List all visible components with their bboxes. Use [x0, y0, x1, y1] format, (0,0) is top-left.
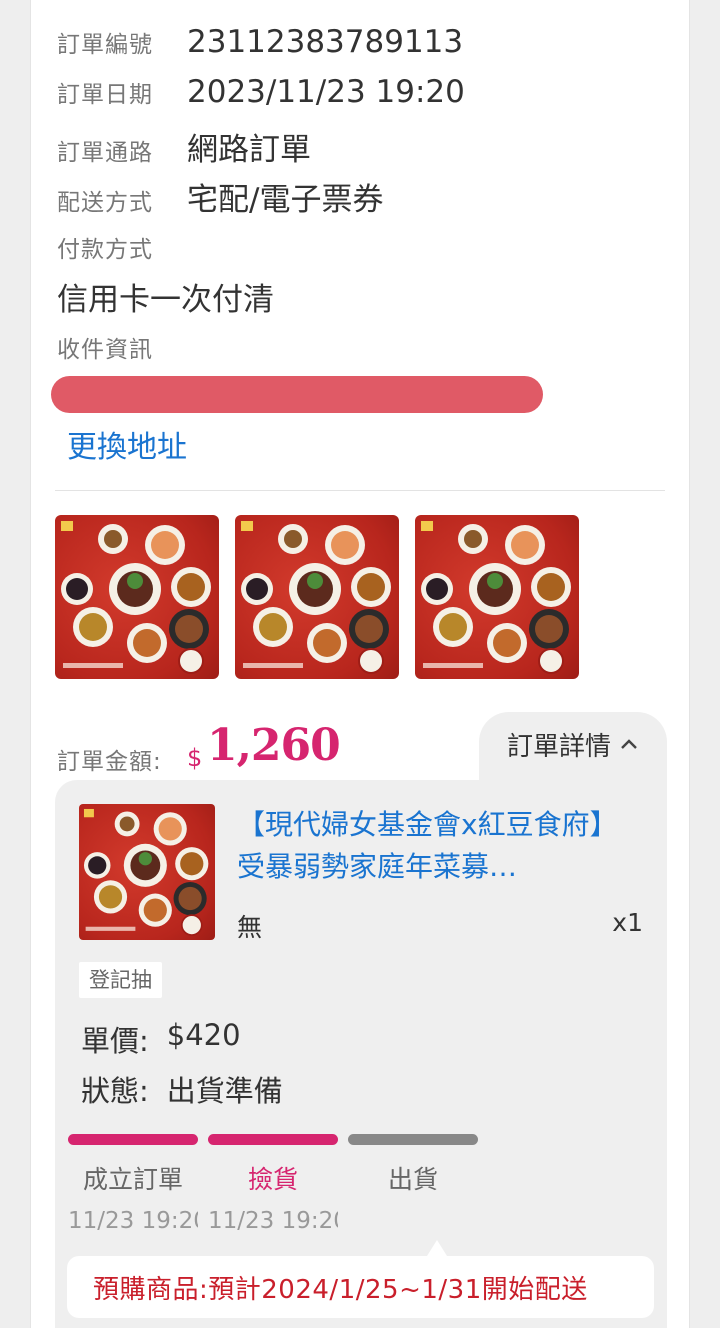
- payment-method-label: 付款方式: [57, 237, 153, 263]
- recipient-info-label: 收件資訊: [57, 337, 153, 363]
- step-shipped: 出貨: [348, 1160, 478, 1234]
- notice-pointer: [427, 1240, 447, 1256]
- shipping-method-value: 宅配/電子票券: [187, 182, 384, 218]
- progress-segment-created: [68, 1134, 198, 1145]
- order-number-row: 訂單編號 23112383789113: [57, 24, 463, 60]
- order-amount-value: 1,260: [207, 720, 341, 771]
- step-name: 出貨: [387, 1165, 438, 1194]
- unit-price-value: $420: [166, 1018, 241, 1052]
- divider: [55, 490, 665, 491]
- order-channel-label: 訂單通路: [57, 140, 153, 166]
- order-channel-row: 訂單通路 網路訂單: [57, 124, 311, 169]
- order-details-label: 訂單詳情: [506, 731, 611, 762]
- step-name: 撿貨: [247, 1165, 298, 1194]
- progress-segment-shipped: [348, 1134, 478, 1145]
- order-details-panel: 【現代婦女基金會x紅豆食府】受暴弱勢家庭年菜募… 無 x1 登記抽 單價: $4…: [55, 780, 667, 1328]
- status-row: 狀態: 出貨準備: [81, 1068, 283, 1110]
- order-amount-currency: $: [187, 744, 203, 772]
- order-number-value: 23112383789113: [187, 24, 464, 60]
- progress-segment-picking: [208, 1134, 338, 1145]
- product-thumbnails: [55, 515, 579, 679]
- product-thumbnail[interactable]: [235, 515, 399, 679]
- unit-price-label: 單價:: [81, 1024, 149, 1058]
- product-thumbnail[interactable]: [415, 515, 579, 679]
- shipping-method-label: 配送方式: [57, 190, 153, 216]
- shipping-method-row: 配送方式 宅配/電子票券: [57, 174, 383, 219]
- product-title-link[interactable]: 【現代婦女基金會x紅豆食府】受暴弱勢家庭年菜募…: [237, 804, 637, 888]
- lottery-tag: 登記抽: [79, 962, 162, 998]
- payment-method-value: 信用卡一次付清: [57, 282, 274, 318]
- chevron-up-icon: [621, 739, 637, 749]
- order-channel-value: 網路訂單: [187, 132, 311, 168]
- order-date-row: 訂單日期 2023/11/23 19:20: [57, 74, 465, 110]
- order-amount-label: 訂單金額:: [57, 749, 162, 775]
- status-label: 狀態:: [81, 1074, 149, 1108]
- product-quantity: x1: [612, 908, 643, 937]
- food-image-icon: [61, 521, 211, 674]
- food-image-icon: [241, 521, 391, 674]
- step-picking: 撿貨 11/23 19:20: [208, 1160, 338, 1234]
- step-time: 11/23 19:20: [68, 1208, 198, 1234]
- preorder-notice: 預購商品:預計2024/1/25~1/31開始配送: [67, 1256, 654, 1318]
- product-thumbnail[interactable]: [55, 515, 219, 679]
- step-created: 成立訂單 11/23 19:20: [68, 1160, 198, 1234]
- step-name: 成立訂單: [82, 1165, 183, 1194]
- unit-price-row: 單價: $420: [81, 1018, 241, 1060]
- order-number-label: 訂單編號: [57, 32, 153, 58]
- product-image[interactable]: [79, 804, 215, 940]
- order-card: 訂單編號 23112383789113 訂單日期 2023/11/23 19:2…: [30, 0, 690, 1328]
- order-date-value: 2023/11/23 19:20: [187, 74, 465, 110]
- food-image-icon: [83, 808, 209, 936]
- order-date-label: 訂單日期: [57, 82, 153, 108]
- status-value: 出貨準備: [166, 1074, 283, 1108]
- change-address-link[interactable]: 更換地址: [67, 422, 187, 466]
- step-time: 11/23 19:20: [208, 1208, 338, 1234]
- order-progress-steps: 成立訂單 11/23 19:20 撿貨 11/23 19:20 出貨: [68, 1160, 478, 1234]
- product-spec: 無: [237, 913, 263, 942]
- food-image-icon: [421, 521, 571, 674]
- order-progress-bar: [68, 1134, 478, 1145]
- redacted-recipient-info: [51, 376, 543, 413]
